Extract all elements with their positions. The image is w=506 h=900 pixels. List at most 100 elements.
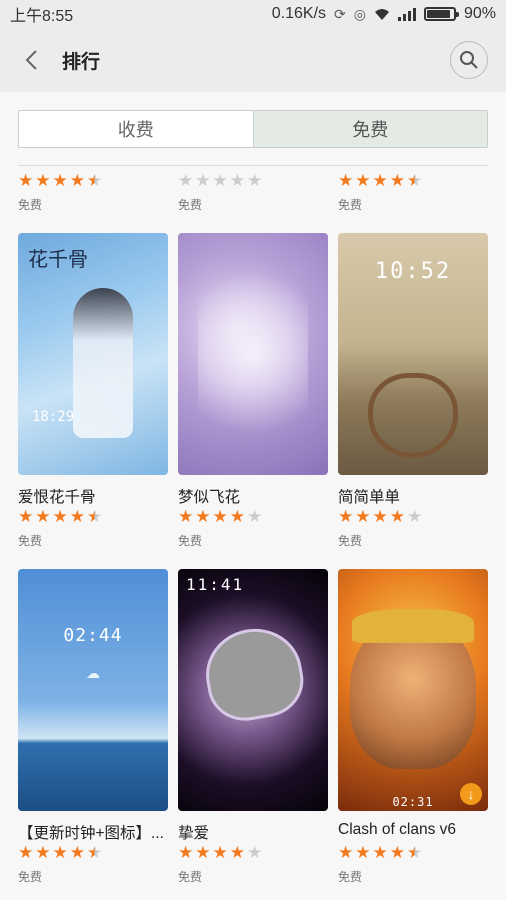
star-icon: ★: [195, 507, 211, 526]
star-icon: ★: [229, 171, 245, 190]
download-icon[interactable]: ↓: [460, 783, 482, 805]
star-icon: ★: [229, 843, 245, 862]
price-label: 免费: [338, 534, 363, 548]
theme-card[interactable]: 花千骨 18:29 爱恨花千骨 ★ ★ ★ ★ ★ 免费: [18, 233, 168, 549]
tab-paid[interactable]: 收费: [19, 111, 253, 147]
star-icon: ★: [178, 843, 194, 862]
star-icon: ★: [18, 843, 34, 862]
wifi-icon: [374, 8, 390, 21]
alarm-icon: ◎: [353, 5, 366, 22]
theme-card[interactable]: 梦似飞花 ★ ★ ★ ★ ★ 免费: [178, 233, 328, 549]
blossom-shape: [198, 253, 308, 453]
signal-icon: [397, 7, 416, 21]
star-icon: ★: [372, 171, 388, 190]
network-speed: 0.16K/s: [271, 5, 327, 22]
star-icon: ★: [355, 843, 371, 862]
rating-stars: ★ ★ ★ ★ ★: [18, 844, 168, 862]
theme-card[interactable]: 02:44 ☁ 【更新时钟+图标】... ★ ★ ★ ★ ★ 免费: [18, 569, 168, 885]
star-icon: ★: [69, 843, 85, 862]
star-icon: ★: [212, 171, 228, 190]
star-icon: ★: [35, 507, 51, 526]
list-item[interactable]: ★ ★ ★ ★ ★ 免费: [18, 169, 168, 213]
rating-stars: ★ ★ ★ ★ ★: [18, 172, 168, 190]
rating-stars: ★ ★ ★ ★ ★: [338, 844, 488, 862]
star-icon: ★: [355, 507, 371, 526]
star-icon: ★: [52, 171, 68, 190]
star-icon: ★: [52, 843, 68, 862]
star-icon: ★: [87, 843, 103, 862]
star-icon: ★: [87, 171, 103, 190]
star-icon: ★: [212, 507, 228, 526]
star-icon: ★: [338, 843, 354, 862]
status-bar: 上午8:55 0.16K/s ⟳ ◎ 90%: [0, 0, 506, 28]
theme-name: 挚爱: [178, 825, 210, 841]
star-icon: ★: [338, 171, 354, 190]
theme-thumbnail[interactable]: [178, 233, 328, 475]
star-icon: ★: [18, 171, 34, 190]
divider: [18, 165, 488, 166]
tab-free[interactable]: 免费: [252, 111, 487, 147]
star-icon: ★: [247, 507, 263, 526]
thumbnail-clock: 10:52: [374, 259, 452, 284]
star-icon: ★: [35, 843, 51, 862]
app-header: 排行: [0, 28, 506, 92]
star-icon: ★: [407, 843, 423, 862]
theme-thumbnail[interactable]: 02:44 ☁: [18, 569, 168, 811]
cloud-icon: ☁: [86, 665, 100, 681]
battery-icon: [423, 7, 459, 21]
star-icon: ★: [389, 843, 405, 862]
heart-shape: [368, 373, 458, 458]
character-helmet: [352, 609, 474, 643]
thumbnail-clock: 18:29: [32, 409, 75, 425]
star-icon: ★: [87, 507, 103, 526]
theme-thumbnail[interactable]: 02:31 ↓: [338, 569, 488, 811]
theme-card[interactable]: 02:31 ↓ Clash of clans v6 ★ ★ ★ ★ ★ 免费: [338, 569, 488, 885]
heart-shape: [198, 621, 310, 727]
theme-name: 简简单单: [338, 489, 401, 505]
price-label: 免费: [178, 198, 203, 212]
rating-stars: ★ ★ ★ ★ ★: [18, 508, 168, 526]
price-label: 免费: [338, 198, 363, 212]
partial-row: ★ ★ ★ ★ ★ 免费 ★ ★ ★ ★ ★ 免费 ★ ★ ★ ★ ★ 免费: [0, 155, 506, 215]
star-icon: ★: [178, 171, 194, 190]
star-icon: ★: [195, 171, 211, 190]
star-icon: ★: [52, 507, 68, 526]
rating-stars: ★ ★ ★ ★ ★: [338, 508, 488, 526]
chevron-left-icon: [25, 50, 37, 70]
star-icon: ★: [247, 171, 263, 190]
thumbnail-clock: 02:44: [63, 625, 123, 646]
thumbnail-title: 花千骨: [28, 247, 88, 271]
price-label: 免费: [338, 870, 363, 884]
rating-stars: ★ ★ ★ ★ ★: [178, 508, 328, 526]
star-icon: ★: [407, 171, 423, 190]
thumbnail-clock: 11:41: [186, 575, 245, 594]
star-icon: ★: [212, 843, 228, 862]
price-label: 免费: [18, 870, 43, 884]
theme-thumbnail[interactable]: 11:41: [178, 569, 328, 811]
theme-thumbnail[interactable]: 10:52: [338, 233, 488, 475]
star-icon: ★: [18, 507, 34, 526]
theme-thumbnail[interactable]: 花千骨 18:29: [18, 233, 168, 475]
back-button[interactable]: [18, 47, 44, 73]
star-icon: ★: [355, 171, 371, 190]
price-label: 免费: [18, 198, 43, 212]
theme-name: 【更新时钟+图标】...: [18, 825, 164, 841]
star-icon: ★: [229, 507, 245, 526]
star-icon: ★: [69, 171, 85, 190]
list-item[interactable]: ★ ★ ★ ★ ★ 免费: [338, 169, 488, 213]
star-icon: ★: [389, 171, 405, 190]
theme-name: 爱恨花千骨: [18, 489, 96, 505]
search-button[interactable]: [450, 41, 488, 79]
theme-name: Clash of clans v6: [338, 821, 457, 838]
theme-card[interactable]: 10:52 简简单单 ★ ★ ★ ★ ★ 免费: [338, 233, 488, 549]
theme-card[interactable]: 11:41 挚爱 ★ ★ ★ ★ ★ 免费: [178, 569, 328, 885]
star-icon: ★: [69, 507, 85, 526]
list-item[interactable]: ★ ★ ★ ★ ★ 免费: [178, 169, 328, 213]
page-title: 排行: [62, 51, 101, 73]
rating-stars: ★ ★ ★ ★ ★: [178, 172, 328, 190]
star-icon: ★: [407, 507, 423, 526]
star-icon: ★: [178, 507, 194, 526]
price-label: 免费: [178, 534, 203, 548]
star-icon: ★: [389, 507, 405, 526]
star-icon: ★: [372, 843, 388, 862]
